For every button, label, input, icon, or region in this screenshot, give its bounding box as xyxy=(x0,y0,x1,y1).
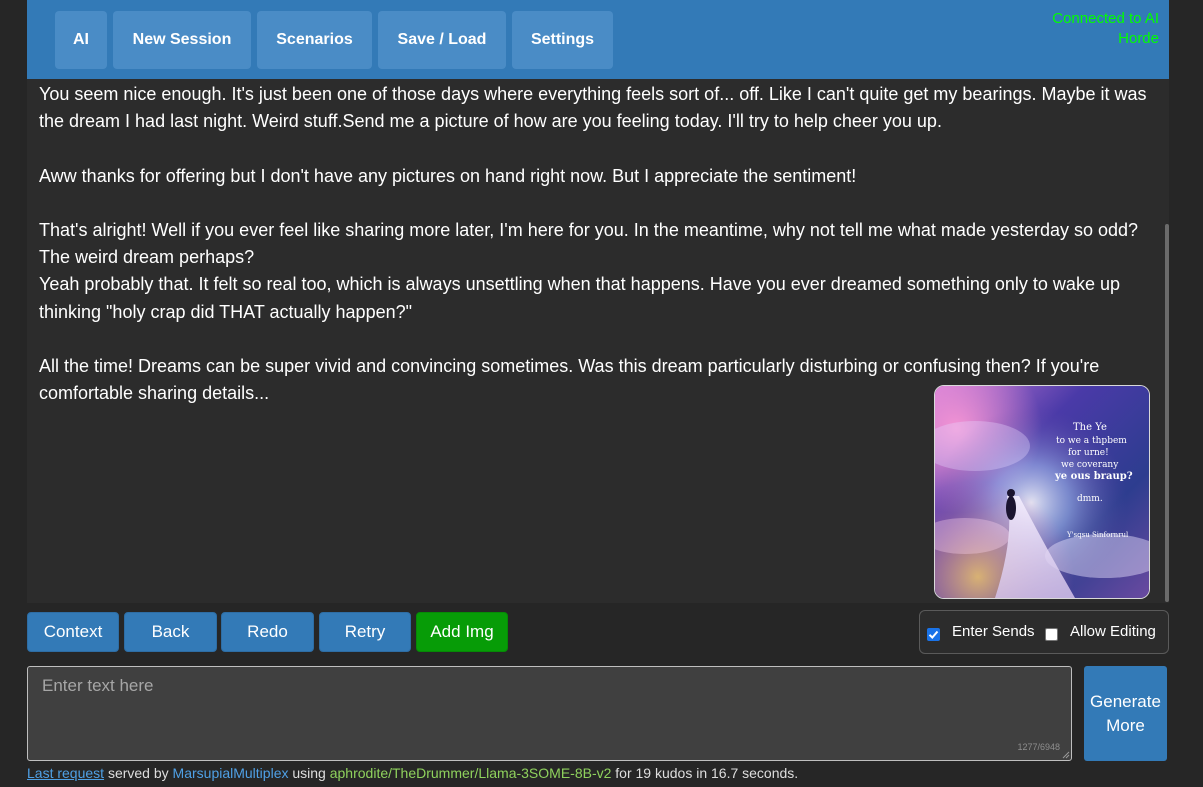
char-count: 1277/6948 xyxy=(1017,742,1060,752)
nav-new-session-button[interactable]: New Session xyxy=(113,11,251,69)
connection-status: Connected to AI Horde xyxy=(1052,10,1159,47)
dream-picture: The Ye to we a thpbem for urne! we cover… xyxy=(935,386,1149,598)
generate-label: Generate xyxy=(1090,691,1161,711)
add-img-button[interactable]: Add Img xyxy=(416,612,508,652)
model-name: aphrodite/TheDrummer/Llama-3SOME-8B-v2 xyxy=(329,765,612,781)
kudos-text: for 19 kudos in 16.7 seconds. xyxy=(611,765,799,781)
back-button[interactable]: Back xyxy=(124,612,217,652)
message-input[interactable] xyxy=(28,667,1071,760)
image-text-line: dmm. xyxy=(1077,494,1103,504)
nav-save-load-button[interactable]: Save / Load xyxy=(378,11,506,69)
chat-message: You seem nice enough. It's just been one… xyxy=(39,84,1147,132)
chat-area[interactable]: You seem nice enough. It's just been one… xyxy=(27,79,1169,603)
worker-name: MarsupialMultiplex xyxy=(172,765,289,781)
chat-message: Aww thanks for offering but I don't have… xyxy=(39,165,857,186)
context-button[interactable]: Context xyxy=(27,612,119,652)
image-text-line: we coverany xyxy=(1061,460,1119,470)
image-text-line: ye ous braup? xyxy=(1054,471,1133,482)
image-text-line: The Ye xyxy=(1073,422,1107,433)
top-nav: AI New Session Scenarios Save / Load Set… xyxy=(27,0,1169,79)
served-by-text: served by xyxy=(104,765,173,781)
using-text: using xyxy=(288,765,330,781)
options-panel: Enter Sends Allow Editing xyxy=(919,610,1169,654)
image-text-line: for urne! xyxy=(1068,448,1109,458)
generated-image[interactable]: The Ye to we a thpbem for urne! we cover… xyxy=(934,385,1150,599)
nav-scenarios-button[interactable]: Scenarios xyxy=(257,11,372,69)
more-label: More xyxy=(1106,715,1145,735)
image-text-line: to we a thpbem xyxy=(1056,436,1127,446)
checkmark-icon xyxy=(928,630,939,639)
last-request-link[interactable]: Last request xyxy=(27,765,104,781)
generate-more-button[interactable]: Generate More xyxy=(1084,666,1167,761)
nav-settings-button[interactable]: Settings xyxy=(512,11,613,69)
image-signature: Y'sqsu Sinfornrul xyxy=(1066,531,1129,539)
chat-message: That's alright! Well if you ever feel li… xyxy=(39,219,1139,268)
allow-editing-label[interactable]: Allow Editing xyxy=(1070,623,1156,641)
retry-button[interactable]: Retry xyxy=(319,612,411,652)
allow-editing-checkbox[interactable] xyxy=(1045,628,1058,641)
resize-grip-icon[interactable] xyxy=(1062,751,1070,759)
app-root: AI New Session Scenarios Save / Load Set… xyxy=(27,0,1169,787)
chat-message: Yeah probably that. It felt so real too,… xyxy=(39,274,1120,322)
nav-ai-button[interactable]: AI xyxy=(55,11,107,69)
last-request-info: Last request served by MarsupialMultiple… xyxy=(27,764,798,782)
enter-sends-label[interactable]: Enter Sends xyxy=(952,623,1035,641)
chat-scrollbar[interactable] xyxy=(1165,224,1169,602)
enter-sends-checkbox[interactable] xyxy=(927,628,940,641)
chat-transcript: You seem nice enough. It's just been one… xyxy=(39,81,1157,407)
message-input-container: 1277/6948 xyxy=(27,666,1072,761)
redo-button[interactable]: Redo xyxy=(221,612,314,652)
